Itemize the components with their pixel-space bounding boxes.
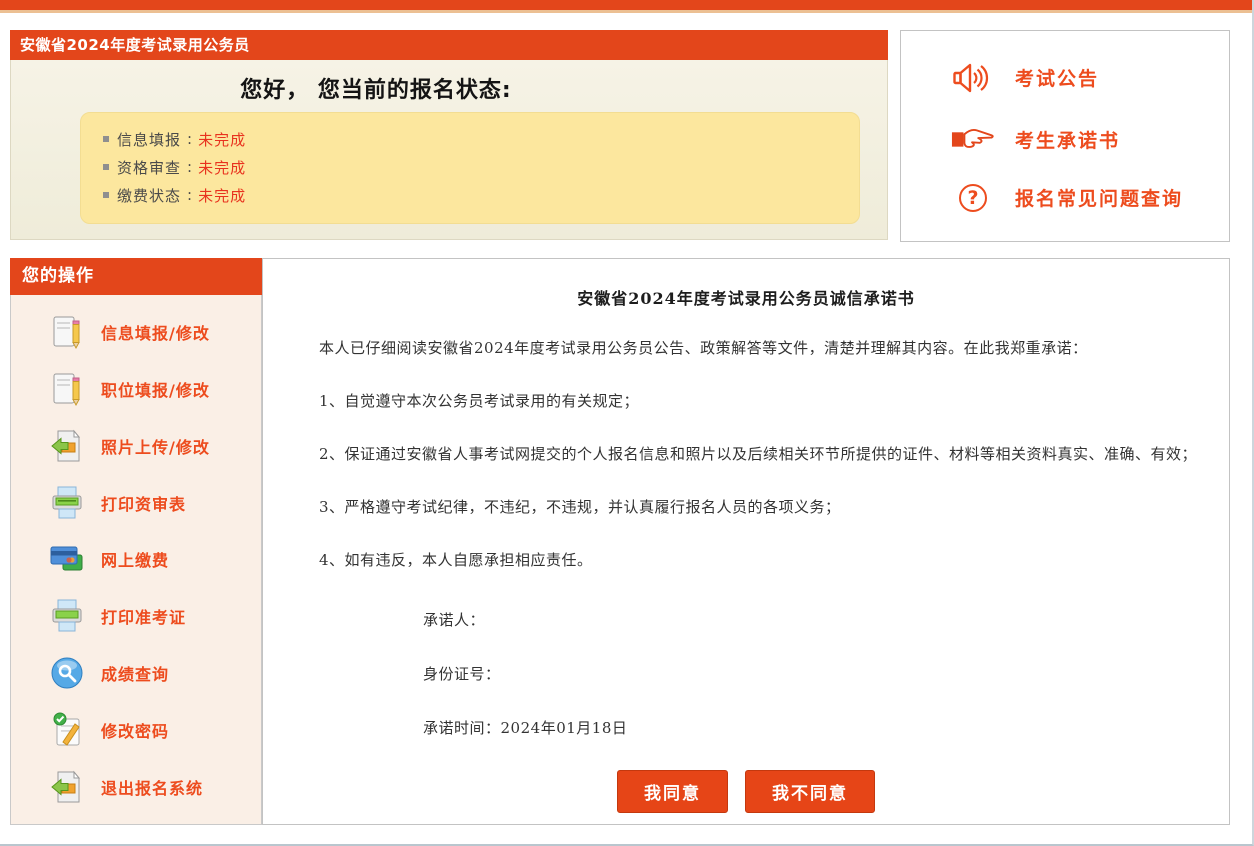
status-label: 缴费状态 [117, 185, 181, 206]
link-faq[interactable]: ? 报名常见问题查询 [951, 184, 1229, 212]
promise-date-value: 2024年01月18日 [501, 719, 628, 737]
letter-paragraph: 本人已仔细阅读安徽省2024年度考试录用公务员公告、政策解答等文件，清楚并理解其… [289, 334, 1203, 362]
status-value: 未完成 [198, 157, 246, 178]
letter-body: 本人已仔细阅读安徽省2024年度考试录用公务员公告、政策解答等文件，清楚并理解其… [263, 334, 1229, 574]
letter-title: 安徽省2024年度考试录用公务员诚信承诺书 [263, 285, 1229, 309]
credit-cards-icon [47, 539, 87, 579]
sidebar-item-print-admission-ticket[interactable]: 打印准考证 [47, 596, 261, 636]
printer-icon [47, 596, 87, 636]
promise-date-line: 承诺时间：2024年01月18日 [423, 714, 1229, 742]
letter-paragraph: 1、自觉遵守本次公务员考试录用的有关规定； [289, 387, 1203, 415]
promise-date-label: 承诺时间： [423, 719, 501, 737]
square-bullet-icon [103, 136, 109, 142]
id-number-label: 身份证号： [423, 660, 1229, 688]
sidebar-item-print-review-form[interactable]: 打印资审表 [47, 483, 261, 523]
quick-links-panel: 考试公告 考生承诺书 ? 报名常见问题查询 [900, 30, 1230, 242]
square-bullet-icon [103, 164, 109, 170]
link-label: 报名常见问题查询 [1015, 184, 1183, 211]
status-panel: 安徽省2024年度考试录用公务员 您好， 您当前的报名状态: 信息填报 : 未完… [10, 30, 888, 240]
printer-icon [47, 483, 87, 523]
sidebar-body: 信息填报/修改 职位填报/修改 [10, 295, 262, 825]
magnifier-icon [47, 653, 87, 693]
speaker-icon [951, 61, 995, 95]
letter-paragraph: 2、保证通过安徽省人事考试网提交的个人报名信息和照片以及后续相关环节所提供的证件… [289, 440, 1203, 468]
sidebar-item-photo-upload[interactable]: 照片上传/修改 [47, 426, 261, 466]
question-mark-icon: ? [951, 184, 995, 212]
status-separator: : [187, 158, 192, 176]
status-separator: : [187, 130, 192, 148]
promisor-label: 承诺人： [423, 606, 1229, 634]
document-pencil-icon [47, 312, 87, 352]
exit-arrow-icon [47, 767, 87, 807]
status-value: 未完成 [198, 129, 246, 150]
square-bullet-icon [103, 192, 109, 198]
status-row-qualification: 资格审查 : 未完成 [103, 153, 859, 181]
link-candidate-commitment[interactable]: 考生承诺书 [951, 124, 1229, 154]
sidebar-item-label: 退出报名系统 [101, 775, 203, 799]
link-exam-announcement[interactable]: 考试公告 [951, 61, 1229, 95]
pencil-check-icon [47, 710, 87, 750]
top-banner-strip [0, 0, 1252, 13]
document-arrow-icon [47, 426, 87, 466]
sidebar-item-score-query[interactable]: 成绩查询 [47, 653, 261, 693]
pointing-hand-icon [951, 124, 995, 154]
status-label: 资格审查 [117, 157, 181, 178]
letter-paragraph: 4、如有违反，本人自愿承担相应责任。 [289, 546, 1203, 574]
sidebar-item-online-payment[interactable]: 网上缴费 [47, 539, 261, 579]
registration-page: 安徽省2024年度考试录用公务员 您好， 您当前的报名状态: 信息填报 : 未完… [0, 0, 1254, 846]
status-panel-title: 安徽省2024年度考试录用公务员 [10, 30, 888, 60]
sidebar-item-label: 打印资审表 [101, 491, 186, 515]
status-separator: : [187, 186, 192, 204]
document-pencil-icon [47, 369, 87, 409]
letter-actions: 我同意 我不同意 [263, 770, 1229, 813]
sidebar-item-label: 打印准考证 [101, 604, 186, 628]
sidebar-item-label: 信息填报/修改 [101, 320, 210, 344]
status-box: 信息填报 : 未完成 资格审查 : 未完成 缴费状态 : 未完成 [80, 112, 860, 224]
sidebar-item-info-fill[interactable]: 信息填报/修改 [47, 312, 261, 352]
link-label: 考生承诺书 [1015, 126, 1120, 153]
status-label: 信息填报 [117, 129, 181, 150]
status-panel-body: 您好， 您当前的报名状态: 信息填报 : 未完成 资格审查 : 未完成 缴费状态 [10, 60, 888, 240]
greeting-text: 您好， 您当前的报名状态: [11, 60, 741, 104]
sidebar-item-exit-system[interactable]: 退出报名系统 [47, 767, 261, 807]
sidebar-title: 您的操作 [10, 258, 262, 295]
sidebar-item-change-password[interactable]: 修改密码 [47, 710, 261, 750]
commitment-letter-panel: 安徽省2024年度考试录用公务员诚信承诺书 本人已仔细阅读安徽省2024年度考试… [262, 258, 1230, 825]
sidebar-item-label: 照片上传/修改 [101, 434, 210, 458]
link-label: 考试公告 [1015, 64, 1099, 91]
sidebar: 您的操作 信息填报/修改 [10, 258, 262, 825]
sidebar-item-label: 修改密码 [101, 718, 169, 742]
disagree-button[interactable]: 我不同意 [745, 770, 875, 813]
sidebar-item-label: 成绩查询 [101, 661, 169, 685]
status-row-payment: 缴费状态 : 未完成 [103, 181, 859, 209]
status-value: 未完成 [198, 185, 246, 206]
sidebar-item-label: 网上缴费 [101, 547, 169, 571]
question-glyph: ? [959, 184, 987, 212]
signature-block: 承诺人： 身份证号： 承诺时间：2024年01月18日 [423, 606, 1229, 742]
letter-paragraph: 3、严格遵守考试纪律，不违纪，不违规，并认真履行报名人员的各项义务； [289, 493, 1203, 521]
sidebar-item-position-fill[interactable]: 职位填报/修改 [47, 369, 261, 409]
sidebar-item-label: 职位填报/修改 [101, 377, 210, 401]
status-row-info: 信息填报 : 未完成 [103, 125, 859, 153]
agree-button[interactable]: 我同意 [617, 770, 728, 813]
